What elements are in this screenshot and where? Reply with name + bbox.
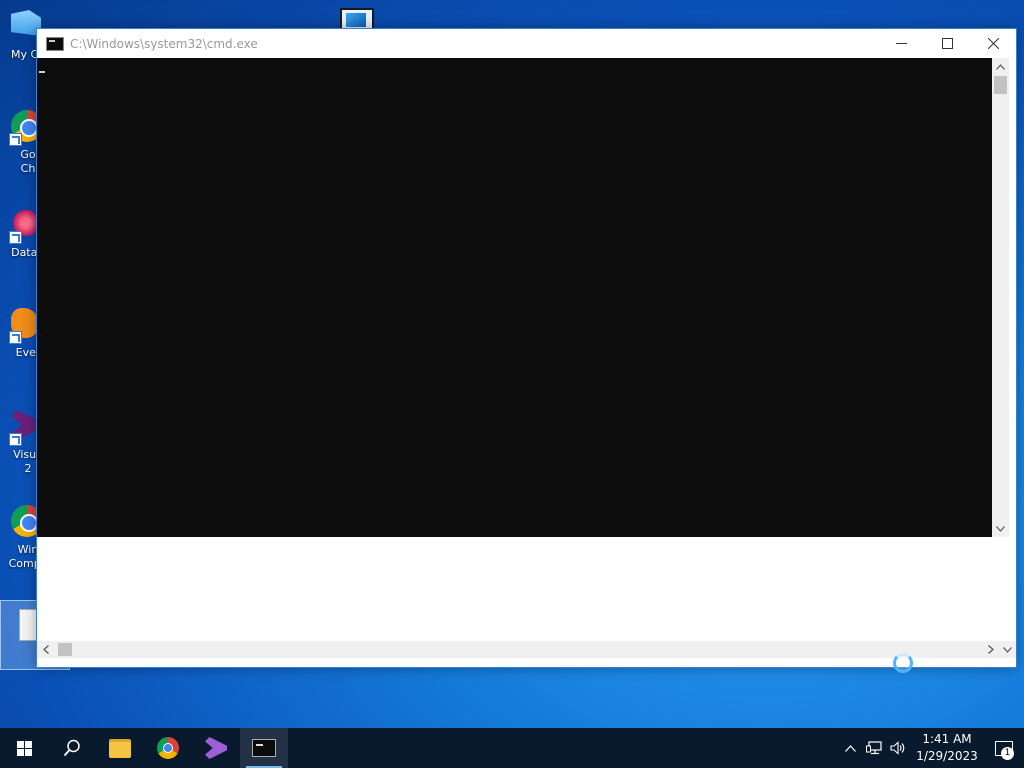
network-button[interactable] [862,728,886,768]
visual-studio-icon [205,737,227,759]
busy-cursor-icon [893,653,913,673]
window-empty-area [37,537,1016,641]
taskbar: 1:41 AM 1/29/2023 1 [0,728,1024,768]
maximize-button[interactable] [924,29,970,58]
scroll-left-arrow-icon[interactable] [37,641,54,658]
vertical-scrollbar[interactable] [992,58,1009,537]
folder-icon [109,738,131,758]
chevron-up-icon [844,744,856,752]
shortcut-arrow-icon [9,331,22,344]
shortcut-arrow-icon [9,133,22,146]
cmd-icon [252,739,276,757]
maximize-icon [941,38,953,49]
shortcut-arrow-icon [9,231,22,244]
taskbar-visual-studio[interactable] [192,728,240,768]
search-button[interactable] [48,728,96,768]
volume-button[interactable] [886,728,910,768]
minimize-button[interactable] [878,29,924,58]
horizontal-scrollbar[interactable] [37,641,1016,658]
start-button[interactable] [0,728,48,768]
windows-logo-icon [16,740,32,756]
speaker-icon [890,741,905,755]
show-hidden-icons-button[interactable] [838,728,862,768]
system-tray: 1:41 AM 1/29/2023 1 [838,728,1024,768]
text-cursor [39,71,45,73]
taskbar-clock[interactable]: 1:41 AM 1/29/2023 [910,731,984,765]
scroll-down-corner-icon [999,641,1016,658]
horizontal-scroll-thumb[interactable] [58,643,72,656]
clock-date: 1/29/2023 [916,749,978,763]
close-button[interactable] [970,29,1016,58]
window-titlebar[interactable]: C:\Windows\system32\cmd.exe [37,29,1016,58]
chrome-icon [157,737,179,759]
close-icon [987,38,999,49]
search-icon [63,739,80,757]
taskbar-chrome[interactable] [144,728,192,768]
console-output[interactable] [37,58,992,537]
clock-time: 1:41 AM [922,732,972,746]
scroll-down-arrow-icon[interactable] [992,520,1009,537]
scroll-right-arrow-icon[interactable] [982,641,999,658]
vertical-scroll-thumb[interactable] [994,76,1007,94]
minimize-icon [895,43,907,44]
action-center-button[interactable]: 1 [984,728,1024,768]
shortcut-arrow-icon [9,433,22,446]
horizontal-scroll-track[interactable] [54,641,982,658]
network-icon [866,741,882,755]
scroll-up-arrow-icon[interactable] [992,58,1009,75]
cmd-window[interactable]: C:\Windows\system32\cmd.exe [36,28,1017,668]
taskbar-cmd[interactable] [240,728,288,768]
notification-count-badge: 1 [1001,747,1014,760]
taskbar-file-explorer[interactable] [96,728,144,768]
cmd-icon [46,36,64,51]
window-title: C:\Windows\system32\cmd.exe [70,36,258,51]
